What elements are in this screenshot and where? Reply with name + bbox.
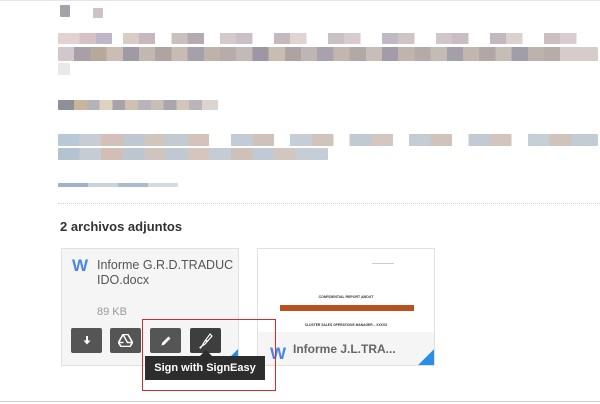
thumbnail-logo bbox=[372, 263, 394, 274]
attachment-card[interactable]: CONFIDENTIAL REPORT ABOUT CLUSTER SALES … bbox=[257, 248, 435, 366]
google-drive-icon bbox=[118, 334, 133, 347]
attachment-filename: Informe J.L.TRA... bbox=[293, 342, 396, 356]
word-icon: W bbox=[72, 256, 89, 275]
thumbnail-heading: CONFIDENTIAL REPORT ABOUT bbox=[318, 295, 374, 299]
download-button[interactable] bbox=[71, 328, 102, 353]
top-border bbox=[0, 0, 600, 1]
attachments-title: 2 archivos adjuntos bbox=[60, 219, 183, 234]
thumbnail-subheading: CLUSTER SALES OPERATIONS MANAGER – XXXXX bbox=[304, 323, 388, 327]
thumbnail-bar bbox=[280, 305, 414, 311]
save-to-drive-button[interactable] bbox=[110, 328, 141, 353]
attachments-divider bbox=[58, 203, 600, 204]
download-icon bbox=[83, 335, 90, 344]
card-corner-fold bbox=[418, 349, 434, 365]
attachment-thumbnail: CONFIDENTIAL REPORT ABOUT CLUSTER SALES … bbox=[258, 249, 434, 332]
bottom-border bbox=[0, 401, 600, 402]
tooltip: Sign with SignEasy bbox=[145, 356, 265, 380]
attachment-size: 89 KB bbox=[97, 306, 127, 318]
attachment-filename: Informe G.R.D.TRADUCIDO.docx bbox=[97, 258, 234, 287]
